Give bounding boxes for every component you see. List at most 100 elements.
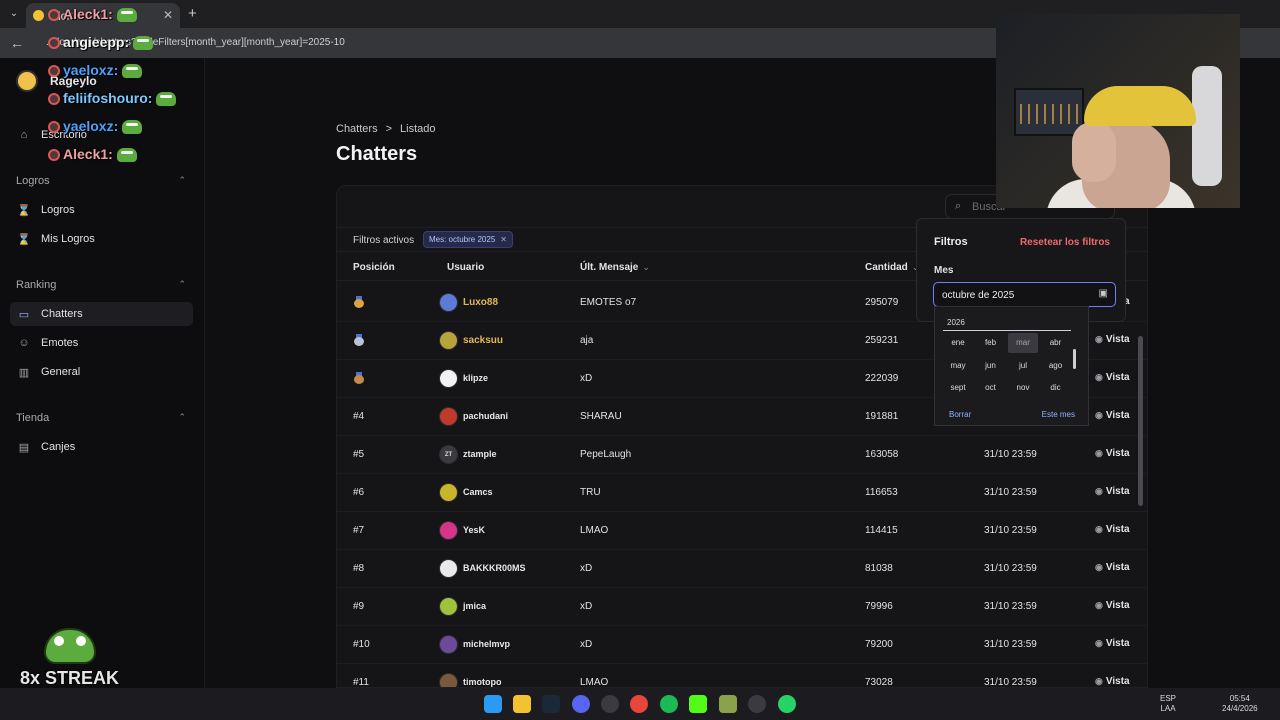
view-button[interactable]: ◉Vista <box>1095 638 1130 649</box>
tab-menu-icon[interactable]: ⌄ <box>6 6 22 22</box>
month-option[interactable]: ago <box>1041 356 1071 376</box>
scrollbar[interactable] <box>1138 336 1143 506</box>
month-option[interactable]: may <box>943 356 973 376</box>
table-row[interactable]: #11 timotopo LMAO 73028 31/10 23:59 ◉ Vista <box>337 664 1147 688</box>
eye-icon: ◉ <box>1095 600 1103 610</box>
breadcrumb: Chatters > Listado <box>336 123 436 135</box>
username-cell: YesK <box>463 525 486 535</box>
whatsapp-icon[interactable] <box>778 695 796 713</box>
back-arrow-icon[interactable]: ← <box>10 35 24 51</box>
webcam-hand <box>1072 122 1116 182</box>
windows-start-icon[interactable] <box>484 695 502 713</box>
view-button[interactable]: ◉Vista <box>1095 448 1130 459</box>
breadcrumb-link[interactable]: Chatters <box>336 123 378 135</box>
month-option[interactable]: mar <box>1008 333 1038 353</box>
app-icon[interactable] <box>748 695 766 713</box>
chrome-icon[interactable] <box>630 695 648 713</box>
sidebar-item-mis-logros[interactable]: ⌛ Mis Logros <box>10 227 193 251</box>
view-button-label: Vista <box>1105 448 1130 459</box>
table-row[interactable]: #7 YesK LMAO 114415 31/10 23:59 ◉ Vista <box>337 512 1147 550</box>
chat-message: angieepp: <box>48 34 154 51</box>
streak-label: 8x STREAK <box>20 668 120 688</box>
table-row[interactable]: #10 michelmvp xD 79200 31/10 23:59 ◉ Vista <box>337 626 1147 664</box>
table-row[interactable]: #9 jmica xD 79996 31/10 23:59 ◉ Vista <box>337 588 1147 626</box>
discord-icon[interactable] <box>572 695 590 713</box>
last-message-cell: LMAO <box>580 525 609 536</box>
month-option[interactable]: nov <box>1008 378 1038 398</box>
sidebar-item-canjes[interactable]: ▤ Canjes <box>10 435 193 459</box>
this-month-button[interactable]: Este mes <box>1042 410 1075 419</box>
eye-icon: ◉ <box>1095 524 1103 534</box>
view-button-label: Vista <box>1105 676 1130 687</box>
column-header-last-message[interactable]: Últ. Mensaje ⌄ <box>580 262 650 273</box>
column-header-label: Cantidad <box>865 262 908 273</box>
breadcrumb-separator: > <box>385 123 393 135</box>
view-button-label: Vista <box>1105 638 1130 649</box>
date-cell: 31/10 23:59 <box>984 449 1037 460</box>
position-cell: #4 <box>353 411 365 422</box>
column-header-user[interactable]: Usuario <box>447 262 484 273</box>
month-option[interactable]: feb <box>976 333 1006 353</box>
home-icon: ⌂ <box>20 129 28 141</box>
eye-icon: ◉ <box>1095 486 1103 496</box>
sidebar-item-logros[interactable]: ⌛ Logros <box>10 198 193 222</box>
sidebar-group-logros[interactable]: Logros ⌃ <box>16 175 186 187</box>
last-message-cell: LMAO <box>580 677 609 688</box>
month-option[interactable]: dic <box>1041 378 1071 398</box>
picker-year[interactable]: 2026 <box>947 318 965 327</box>
position-cell: #9 <box>353 601 365 612</box>
avatar <box>439 407 458 426</box>
column-header-quantity[interactable]: Cantidad⌄ <box>865 262 919 273</box>
user-badge-icon <box>48 9 60 22</box>
month-input-value: octubre de 2025 <box>942 290 1015 301</box>
kick-icon[interactable] <box>689 695 707 713</box>
month-input[interactable]: octubre de 2025 ▣ <box>933 282 1116 307</box>
file-explorer-icon[interactable] <box>513 695 531 713</box>
clock[interactable]: 05:54 24/4/2026 <box>1222 694 1258 714</box>
close-icon[interactable]: ✕ <box>500 235 507 244</box>
new-tab-icon[interactable]: + <box>188 5 197 22</box>
month-option[interactable]: abr <box>1041 333 1071 353</box>
table-row[interactable]: #8 BAKKKR00MS xD 81038 31/10 23:59 ◉ Vista <box>337 550 1147 588</box>
bar-chart-icon: ▥ <box>18 366 30 379</box>
view-button[interactable]: ◉Vista <box>1095 524 1130 535</box>
view-button[interactable]: ◉Vista <box>1095 562 1130 573</box>
position-cell: #7 <box>353 525 365 536</box>
month-option[interactable]: oct <box>976 378 1006 398</box>
column-header-position[interactable]: Posición <box>353 262 395 273</box>
clear-button[interactable]: Borrar <box>949 410 971 419</box>
view-button-label: Vista <box>1105 486 1130 497</box>
view-button[interactable]: ◉Vista <box>1095 410 1130 421</box>
table-row[interactable]: #6 Camcs TRU 116653 31/10 23:59 ◉ Vista <box>337 474 1147 512</box>
sidebar-item-general[interactable]: ▥ General <box>10 360 193 384</box>
keyboard-language[interactable]: ESP LAA <box>1160 694 1176 714</box>
username-cell: Camcs <box>463 487 493 497</box>
view-button[interactable]: ◉Vista <box>1095 372 1130 383</box>
reset-filters-button[interactable]: Resetear los filtros <box>1020 237 1110 248</box>
month-option[interactable]: jul <box>1008 356 1038 376</box>
spotify-icon[interactable] <box>660 695 678 713</box>
month-option[interactable]: sept <box>943 378 973 398</box>
sidebar-item-emotes[interactable]: ☺ Emotes <box>10 331 193 355</box>
view-button[interactable]: ◉Vista <box>1095 676 1130 687</box>
avatar-initials: ZT <box>444 451 453 458</box>
table-row[interactable]: #5 ZT ztample PepeLaugh 163058 31/10 23:59 ◉ Vi… <box>337 436 1147 474</box>
date-cell: 31/10 23:59 <box>984 563 1037 574</box>
month-option[interactable]: ene <box>943 333 973 353</box>
steam-icon[interactable] <box>542 695 560 713</box>
view-button-label: Vista <box>1105 410 1130 421</box>
sidebar-item-chatters[interactable]: ▭ Chatters <box>10 302 193 326</box>
minecraft-icon[interactable] <box>719 695 737 713</box>
user-badge-icon <box>48 121 60 134</box>
picker-scrollbar[interactable] <box>1073 349 1076 369</box>
view-button[interactable]: ◉Vista <box>1095 334 1130 345</box>
filter-chip[interactable]: Mes: octubre 2025 ✕ <box>423 231 513 248</box>
view-button[interactable]: ◉Vista <box>1095 600 1130 611</box>
month-option[interactable]: jun <box>976 356 1006 376</box>
calendar-icon[interactable]: ▣ <box>1099 288 1108 299</box>
sidebar-group-tienda[interactable]: Tienda ⌃ <box>16 412 186 424</box>
view-button[interactable]: ◉Vista <box>1095 486 1130 497</box>
app-icon[interactable] <box>601 695 619 713</box>
tab-close-icon[interactable]: ✕ <box>163 8 173 22</box>
sidebar-group-ranking[interactable]: Ranking ⌃ <box>16 279 186 291</box>
